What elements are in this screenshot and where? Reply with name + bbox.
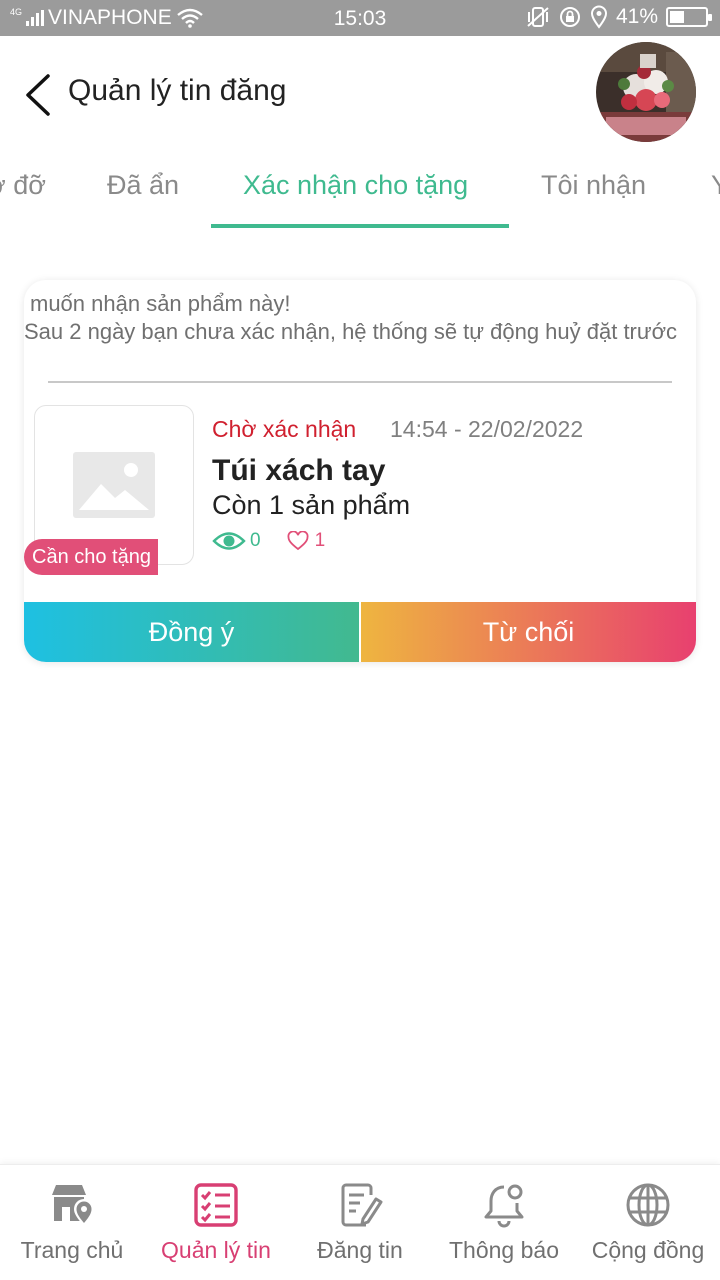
checklist-icon — [194, 1183, 238, 1227]
status-right: 41% — [526, 5, 712, 29]
back-arrow-icon[interactable] — [18, 70, 58, 120]
rotation-lock-icon — [559, 7, 580, 27]
store-location-icon — [52, 1185, 94, 1226]
tab-hidden[interactable]: Đã ẩn — [107, 170, 179, 201]
tab-bar: ờ đỡ Đã ẩn Xác nhận cho tặng Tôi nhận Y — [0, 154, 720, 230]
views-stat: 0 — [212, 530, 261, 552]
request-card: muốn nhận sản phẩm này! Sau 2 ngày bạn c… — [24, 280, 696, 662]
globe-icon — [626, 1183, 670, 1227]
nav-community-label: Cộng đồng — [591, 1237, 705, 1263]
nav-manage-posts-label: Quản lý tin — [161, 1237, 271, 1263]
request-message-line1: muốn nhận sản phẩm này! — [30, 291, 291, 316]
divider — [48, 381, 672, 383]
request-datetime: 14:54 - 22/02/2022 — [390, 416, 584, 442]
request-message-line2: Sau 2 ngày bạn chưa xác nhận, hệ thống s… — [24, 319, 678, 344]
eye-icon — [212, 532, 246, 550]
location-icon — [590, 5, 607, 29]
likes-count: 1 — [314, 530, 326, 551]
page-title: Quản lý tin đăng — [68, 74, 287, 107]
tab-received[interactable]: Tôi nhận — [541, 170, 646, 201]
battery-icon — [666, 7, 712, 27]
likes-stat: 1 — [287, 530, 326, 552]
nav-manage-posts[interactable]: Quản lý tin — [144, 1165, 288, 1280]
tab-partial-left[interactable]: ờ đỡ — [0, 170, 46, 201]
action-buttons: Đồng ý Từ chối — [24, 602, 696, 662]
nav-notifications-label: Thông báo — [449, 1237, 559, 1263]
nav-home-label: Trang chủ — [20, 1237, 124, 1263]
product-name[interactable]: Túi xách tay — [212, 454, 385, 488]
reject-button[interactable]: Từ chối — [361, 602, 696, 662]
tab-active-indicator — [211, 224, 509, 228]
product-stats: 0 1 — [212, 530, 325, 552]
request-message: muốn nhận sản phẩm này! Sau 2 ngày bạn c… — [24, 290, 684, 346]
bottom-navigation: Trang chủ Quản lý tin Đăng tin Thông báo — [0, 1164, 720, 1280]
nav-post[interactable]: Đăng tin — [288, 1165, 432, 1280]
avatar-image — [596, 42, 696, 142]
views-count: 0 — [250, 530, 261, 551]
heart-icon — [287, 531, 309, 551]
accept-button[interactable]: Đồng ý — [24, 602, 359, 662]
status-bar: 4G VINAPHONE 15:03 41% — [0, 0, 720, 36]
app-header: Quản lý tin đăng — [0, 36, 720, 154]
nav-home[interactable]: Trang chủ — [0, 1165, 144, 1280]
nav-community[interactable]: Cộng đồng — [576, 1165, 720, 1280]
nav-notifications[interactable]: Thông báo — [432, 1165, 576, 1280]
edit-document-icon — [341, 1183, 383, 1227]
nav-post-label: Đăng tin — [317, 1237, 403, 1263]
battery-percent: 41% — [615, 5, 658, 28]
giving-badge: Cần cho tặng — [24, 539, 158, 575]
tab-partial-right[interactable]: Y — [711, 170, 720, 201]
avatar[interactable] — [596, 42, 696, 142]
status-label: Chờ xác nhận — [212, 416, 357, 442]
image-placeholder-icon — [73, 452, 155, 518]
battery-level — [670, 11, 684, 23]
product-stock: Còn 1 sản phẩm — [212, 490, 411, 520]
bell-icon — [484, 1184, 524, 1228]
tab-confirm-giving[interactable]: Xác nhận cho tặng — [243, 170, 468, 201]
vibrate-off-icon — [527, 7, 549, 27]
